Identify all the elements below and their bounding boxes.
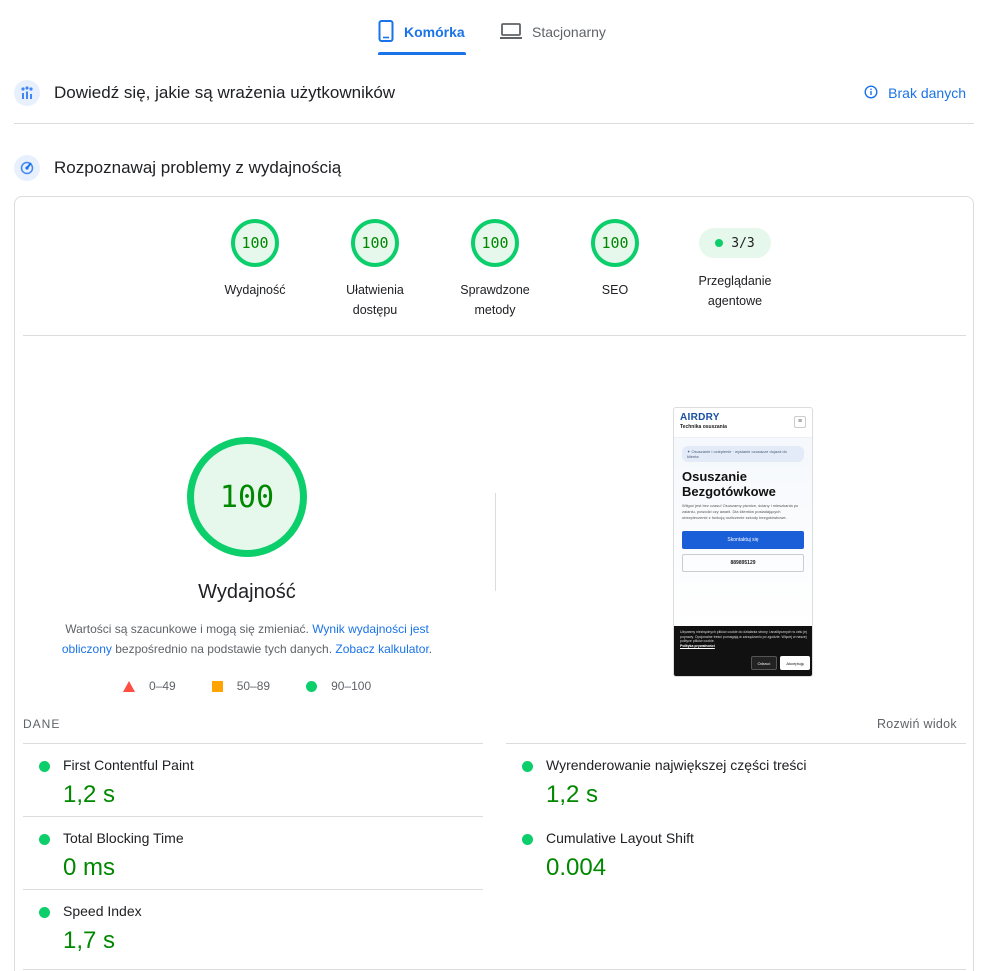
gauge-score: 100 (351, 219, 399, 267)
cookie-reject-button: Odrzuć (750, 656, 778, 670)
legend-fail: 0–49 (123, 679, 176, 693)
metric-speed-index: Speed Index 1,7 s (23, 891, 483, 963)
metric-name: Speed Index (63, 903, 142, 919)
site-phone-button: 889895129 (682, 554, 804, 572)
lab-data-header: Rozpoznawaj problemy z wydajnością (14, 155, 974, 181)
category-gauges: 100 Wydajność 100 Ułatwienia dostępu 100 … (15, 219, 975, 329)
no-data-label: Brak danych (888, 85, 966, 101)
cookie-policy-link: Polityka prywatności (680, 643, 715, 648)
legend-pass: 90–100 (306, 679, 371, 693)
calculator-link[interactable]: Zobacz kalkulator (335, 642, 428, 656)
metric-divider (23, 743, 483, 744)
tab-desktop-label: Stacjonarny (532, 24, 606, 40)
final-screenshot[interactable]: AIRDRY Technika osuszania ≡ ✦ Osuszanie … (673, 407, 813, 677)
metric-divider (23, 889, 483, 890)
tab-mobile-label: Komórka (404, 24, 465, 40)
agentic-pill: 3/3 (699, 228, 771, 258)
triangle-icon (123, 680, 135, 692)
cookie-buttons: Odrzuć Akceptuję (748, 656, 810, 670)
metric-value: 1,2 s (546, 781, 599, 808)
gauge-score: 100 (231, 219, 279, 267)
site-cookie-banner: Używamy niezbędnych plików cookie do dzi… (674, 626, 812, 676)
site-contact-button: Skontaktuj się (682, 531, 804, 549)
section-divider (14, 123, 974, 124)
metric-name: Wyrenderowanie największej części treści (546, 757, 807, 773)
gauge-label: Ułatwienia dostępu (346, 283, 404, 317)
performance-title: Wydajność (198, 581, 296, 603)
gauge-seo[interactable]: 100 SEO (555, 219, 675, 300)
metric-divider (506, 743, 966, 744)
site-header: AIRDRY Technika osuszania ≡ (674, 408, 812, 438)
device-tabs: Komórka Stacjonarny (0, 0, 981, 56)
laptop-icon (500, 22, 532, 43)
site-logo-subtitle: Technika osuszania (680, 424, 727, 430)
metric-value: 0.004 (546, 854, 607, 881)
metrics-header-label: DANE (23, 717, 61, 731)
site-title: Osuszanie Bezgotówkowe (682, 469, 776, 499)
metric-name: Cumulative Layout Shift (546, 830, 694, 846)
gauge-label: Przeglądanie agentowe (698, 274, 772, 308)
smartphone-icon (378, 19, 404, 45)
metric-name: First Contentful Paint (63, 757, 194, 773)
field-data-title: Dowiedź się, jakie są wrażenia użytkowni… (54, 83, 396, 102)
legend-average: 50–89 (211, 679, 270, 693)
gauge-label: Sprawdzone metody (460, 283, 530, 317)
cookie-accept-button: Akceptuję (780, 656, 810, 670)
pass-dot (522, 834, 533, 845)
diagnose-icon (14, 155, 40, 181)
score-legend: 0–49 50–89 90–100 (123, 679, 407, 693)
active-tab-indicator (378, 52, 466, 55)
pass-dot (39, 761, 50, 772)
metric-name: Total Blocking Time (63, 830, 184, 846)
gauge-label: SEO (601, 283, 629, 297)
metric-tbt: Total Blocking Time 0 ms (23, 818, 483, 890)
site-logo: AIRDRY (680, 412, 720, 423)
users-chart-icon (14, 80, 40, 106)
square-icon (211, 680, 223, 692)
gauge-accessibility[interactable]: 100 Ułatwienia dostępu (315, 219, 435, 320)
metric-fcp: First Contentful Paint 1,2 s (23, 745, 483, 817)
card-divider (23, 335, 966, 336)
circle-icon (306, 680, 318, 692)
performance-note: Wartości są szacunkowe i mogą się zmieni… (61, 622, 433, 656)
gauge-label: Wydajność (224, 283, 286, 297)
tab-desktop[interactable]: Stacjonarny (500, 20, 606, 44)
gauge-best-practices[interactable]: 100 Sprawdzone metody (435, 219, 555, 320)
cookie-text: Używamy niezbędnych plików cookie do dzi… (680, 630, 807, 643)
lab-data-title: Rozpoznawaj problemy z wydajnością (54, 158, 342, 177)
site-badge: ✦ Osuszanie i ocieplenie · wysłanie ozus… (682, 446, 804, 462)
info-icon (864, 84, 888, 102)
pass-dot (715, 239, 724, 247)
pass-dot (39, 834, 50, 845)
metric-divider (23, 816, 483, 817)
report-card: 100 Wydajność 100 Ułatwienia dostępu 100 … (14, 196, 974, 971)
gauge-score: 3/3 (731, 235, 755, 251)
site-text: Wilgoć jest bez czasu! Osuszamy piwnice,… (682, 503, 799, 520)
metric-value: 1,7 s (63, 927, 116, 954)
site-hero: ✦ Osuszanie i ocieplenie · wysłanie ozus… (674, 438, 812, 626)
vertical-separator (495, 493, 496, 591)
metric-value: 0 ms (63, 854, 116, 881)
gauge-performance[interactable]: 100 Wydajność (195, 219, 315, 300)
performance-gauge: 100 (187, 437, 307, 557)
gauge-score: 100 (591, 219, 639, 267)
metric-lcp: Wyrenderowanie największej części treści… (506, 745, 966, 817)
hamburger-icon: ≡ (794, 416, 806, 428)
field-data-header: Dowiedź się, jakie są wrażenia użytkowni… (14, 80, 974, 106)
no-data-link[interactable]: Brak danych (864, 84, 966, 102)
metric-value: 1,2 s (63, 781, 116, 808)
metric-cls: Cumulative Layout Shift 0.004 (506, 818, 966, 890)
tab-mobile[interactable]: Komórka (378, 19, 465, 45)
gauge-agentic-browsing[interactable]: 3/3 Przeglądanie agentowe (675, 219, 795, 311)
expand-view-toggle[interactable]: Rozwiń widok (877, 717, 957, 731)
gauge-score: 100 (471, 219, 519, 267)
pass-dot (522, 761, 533, 772)
pass-dot (39, 907, 50, 918)
metric-divider (23, 969, 966, 970)
